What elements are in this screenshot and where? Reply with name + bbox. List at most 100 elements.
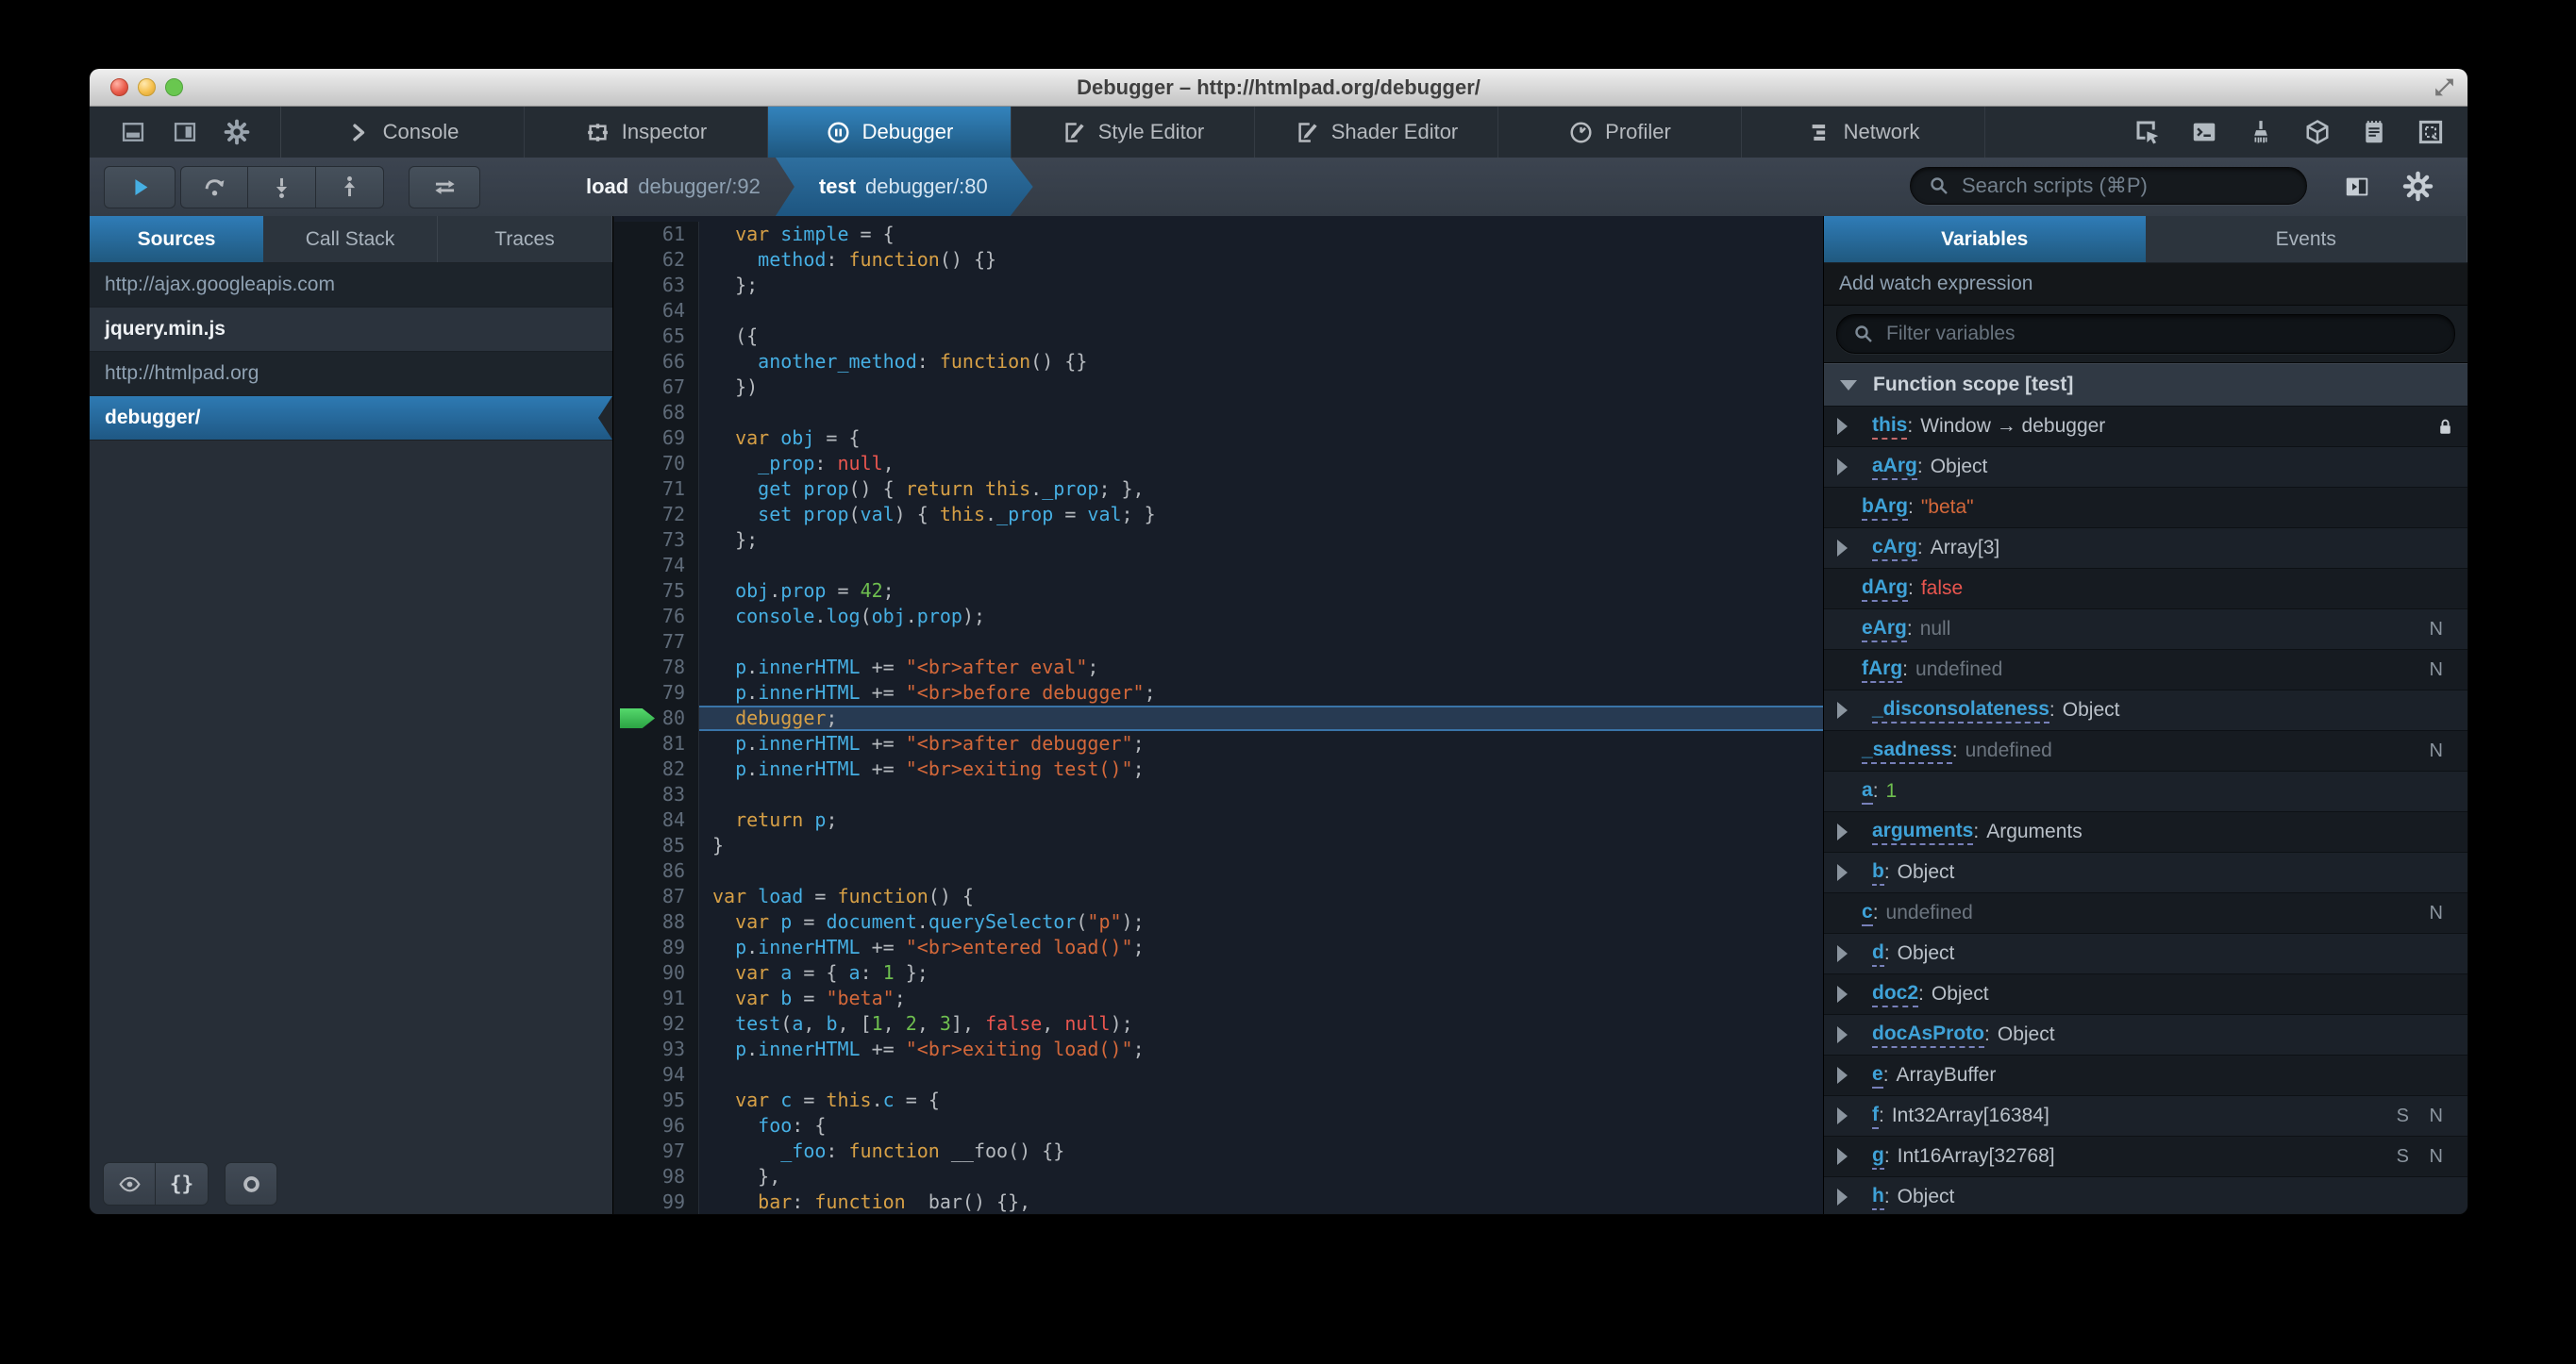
expand-arrow-icon[interactable] bbox=[1837, 1189, 1858, 1206]
variable-row-d[interactable]: d: Object bbox=[1824, 934, 2467, 974]
variable-value[interactable]: false bbox=[1921, 577, 1963, 600]
line-number[interactable]: 95 bbox=[614, 1088, 699, 1113]
expand-arrow-icon[interactable] bbox=[1837, 945, 1858, 962]
variable-name[interactable]: _sadness bbox=[1862, 739, 1952, 764]
line-number[interactable]: 91 bbox=[614, 986, 699, 1011]
variable-name[interactable]: cArg bbox=[1872, 536, 1917, 561]
line-number[interactable]: 93 bbox=[614, 1037, 699, 1062]
variable-value[interactable]: null bbox=[1920, 618, 1951, 640]
search-scripts-input[interactable]: Search scripts (⌘P) bbox=[1910, 167, 2307, 205]
tab-shader-editor[interactable]: Shader Editor bbox=[1255, 107, 1498, 158]
breadcrumb-frame-load[interactable]: load debugger/:92 bbox=[586, 175, 761, 199]
variable-value[interactable]: Object bbox=[1932, 983, 1989, 1006]
variable-value[interactable]: "beta" bbox=[1921, 496, 1974, 519]
line-number[interactable]: 83 bbox=[614, 782, 699, 807]
variable-value[interactable]: Object bbox=[1898, 861, 1955, 884]
code-editor[interactable]: 61 var simple = {62 method: function() {… bbox=[614, 216, 1823, 1214]
variable-row-_sadness[interactable]: _sadness: undefined N bbox=[1824, 731, 2467, 772]
variables-tab-events[interactable]: Events bbox=[2146, 216, 2467, 262]
variable-name[interactable]: bArg bbox=[1862, 495, 1908, 521]
source-group-http-htmlpad-org[interactable]: http://htmlpad.org bbox=[90, 352, 612, 396]
variable-name[interactable]: e bbox=[1872, 1063, 1883, 1089]
expand-arrow-icon[interactable] bbox=[1837, 986, 1858, 1003]
breadcrumb-frame-test-active[interactable]: test debugger/:80 bbox=[776, 158, 1033, 216]
step-out-button[interactable] bbox=[316, 165, 384, 208]
line-number[interactable]: 70 bbox=[614, 451, 699, 476]
variable-name[interactable]: b bbox=[1872, 860, 1884, 886]
dock-side-button[interactable] bbox=[172, 119, 198, 145]
variable-row-aArg[interactable]: aArg: Object bbox=[1824, 447, 2467, 488]
variable-row-this[interactable]: this: Window → debugger bbox=[1824, 407, 2467, 447]
pretty-print-button[interactable]: {} bbox=[156, 1162, 209, 1206]
variable-row-docAsProto[interactable]: docAsProto: Object bbox=[1824, 1015, 2467, 1056]
variable-name[interactable]: fArg bbox=[1862, 657, 1903, 683]
variable-row-dArg[interactable]: dArg: false bbox=[1824, 569, 2467, 609]
variable-value[interactable]: undefined bbox=[1965, 740, 2052, 762]
line-number[interactable]: 82 bbox=[614, 757, 699, 782]
expand-arrow-icon[interactable] bbox=[1837, 702, 1858, 719]
toolbox-options-button[interactable] bbox=[224, 119, 250, 145]
source-group-http-ajax-googleapis-com[interactable]: http://ajax.googleapis.com bbox=[90, 263, 612, 308]
responsive-mode-button[interactable] bbox=[2417, 118, 2445, 146]
variable-row-b[interactable]: b: Object bbox=[1824, 853, 2467, 893]
line-number[interactable]: 78 bbox=[614, 655, 699, 680]
line-number[interactable]: 74 bbox=[614, 553, 699, 578]
line-number[interactable]: 84 bbox=[614, 807, 699, 833]
line-number[interactable]: 71 bbox=[614, 476, 699, 502]
line-number[interactable]: 77 bbox=[614, 629, 699, 655]
variable-row-e[interactable]: e: ArrayBuffer bbox=[1824, 1056, 2467, 1096]
variable-value[interactable]: Object bbox=[1931, 456, 1988, 478]
line-number[interactable]: 72 bbox=[614, 502, 699, 527]
line-number[interactable]: 86 bbox=[614, 858, 699, 884]
variable-name[interactable]: a bbox=[1862, 779, 1873, 805]
variable-name[interactable]: arguments bbox=[1872, 820, 1974, 845]
sources-tab-sources[interactable]: Sources bbox=[90, 216, 263, 262]
variable-row-fArg[interactable]: fArg: undefined N bbox=[1824, 650, 2467, 690]
tab-network[interactable]: Network bbox=[1742, 107, 1985, 158]
scratchpad-button[interactable] bbox=[2360, 118, 2388, 146]
variable-name[interactable]: doc2 bbox=[1872, 982, 1919, 1007]
variable-name[interactable]: _disconsolateness bbox=[1872, 698, 2049, 724]
expand-arrow-icon[interactable] bbox=[1837, 1148, 1858, 1165]
split-console-button[interactable] bbox=[2190, 118, 2218, 146]
line-number[interactable]: 68 bbox=[614, 400, 699, 425]
line-number[interactable]: 75 bbox=[614, 578, 699, 604]
tab-inspector[interactable]: Inspector bbox=[525, 107, 768, 158]
variable-name[interactable]: g bbox=[1872, 1144, 1884, 1170]
line-number[interactable]: 62 bbox=[614, 247, 699, 273]
variable-row-a[interactable]: a:1 bbox=[1824, 772, 2467, 812]
sources-tab-call-stack[interactable]: Call Stack bbox=[263, 216, 438, 262]
expand-arrow-icon[interactable] bbox=[1837, 823, 1858, 840]
line-number[interactable]: 66 bbox=[614, 349, 699, 374]
variable-row-eArg[interactable]: eArg: null N bbox=[1824, 609, 2467, 650]
expand-arrow-icon[interactable] bbox=[1837, 1067, 1858, 1084]
line-number[interactable]: 67 bbox=[614, 374, 699, 400]
source-item-debugger-[interactable]: debugger/ bbox=[90, 396, 612, 441]
variable-value[interactable]: 1 bbox=[1886, 780, 1898, 803]
line-number[interactable]: 99 bbox=[614, 1189, 699, 1214]
variable-value[interactable]: Int32Array[16384] bbox=[1892, 1105, 2049, 1127]
variable-row-h[interactable]: h: Object bbox=[1824, 1177, 2467, 1214]
paintbrush-button[interactable] bbox=[2247, 118, 2275, 146]
variable-value[interactable]: undefined bbox=[1886, 902, 1973, 924]
line-number[interactable]: 63 bbox=[614, 273, 699, 298]
line-number[interactable]: 81 bbox=[614, 731, 699, 757]
filter-variables-input[interactable]: Filter variables bbox=[1836, 314, 2455, 354]
expand-arrow-icon[interactable] bbox=[1837, 1107, 1858, 1124]
variable-row-arguments[interactable]: arguments: Arguments bbox=[1824, 812, 2467, 853]
minimize-button[interactable] bbox=[138, 78, 156, 96]
line-number[interactable]: 64 bbox=[614, 298, 699, 324]
variable-value[interactable]: Window → debugger bbox=[1920, 415, 2105, 438]
variable-row-c[interactable]: c: undefined N bbox=[1824, 893, 2467, 934]
variable-value[interactable]: Object bbox=[1898, 942, 1955, 965]
variable-value[interactable]: Int16Array[32768] bbox=[1898, 1145, 2055, 1168]
variable-name[interactable]: aArg bbox=[1872, 455, 1917, 480]
toggle-panes-button[interactable] bbox=[409, 165, 480, 208]
tab-style-editor[interactable]: Style Editor bbox=[1012, 107, 1255, 158]
zoom-button[interactable] bbox=[165, 78, 183, 96]
variable-name[interactable]: d bbox=[1872, 941, 1884, 967]
line-number[interactable]: 69 bbox=[614, 425, 699, 451]
expand-arrow-icon[interactable] bbox=[1837, 864, 1858, 881]
variable-value[interactable]: Object bbox=[1998, 1023, 2055, 1046]
line-number[interactable]: 92 bbox=[614, 1011, 699, 1037]
